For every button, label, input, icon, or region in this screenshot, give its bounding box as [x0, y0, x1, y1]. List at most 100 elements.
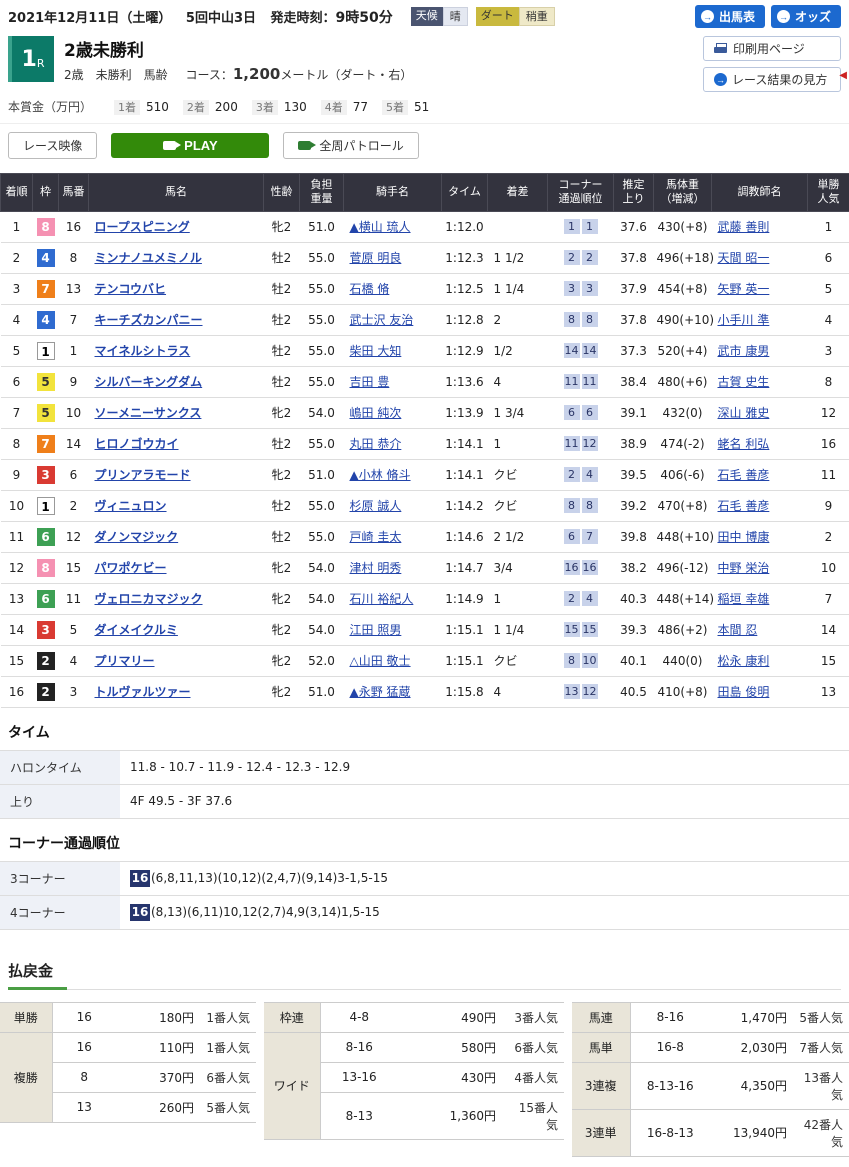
trainer-name-link[interactable]: 武藤 善則 [718, 220, 770, 234]
play-button[interactable]: PLAY [111, 133, 269, 158]
horse-weight: 410(+8) [654, 676, 712, 707]
jockey-name-link[interactable]: 石橋 脩 [350, 282, 390, 296]
finish-position: 8 [1, 428, 33, 459]
trainer-name-link[interactable]: 石毛 善彦 [718, 499, 770, 513]
trainer-name-link[interactable]: 古賀 史生 [718, 375, 770, 389]
horse-name-link[interactable]: トルヴァルツァー [95, 685, 191, 699]
trainer-name-link[interactable]: 本間 忍 [718, 623, 758, 637]
jockey-name-link[interactable]: 菅原 明良 [350, 251, 402, 265]
horse-name-link[interactable]: シルバーキングダム [95, 375, 203, 389]
trainer-name-link[interactable]: 矢野 英一 [718, 282, 770, 296]
trainer-name-link[interactable]: 小手川 準 [718, 313, 770, 327]
horse-number: 10 [59, 397, 89, 428]
carried-weight: 55.0 [300, 273, 344, 304]
payout-combination: 16-8-13 [630, 1109, 710, 1156]
trainer-name-link[interactable]: 稲垣 幸雄 [718, 592, 770, 606]
jockey-name-link[interactable]: △山田 敬士 [350, 654, 411, 668]
horse-name-link[interactable]: プリマリー [95, 654, 155, 668]
payout-combination: 8-13-16 [630, 1062, 710, 1109]
trainer-name-link[interactable]: 深山 雅史 [718, 406, 770, 420]
patrol-video-button[interactable]: 全周パトロール [283, 132, 418, 159]
jockey-name-link[interactable]: ▲永野 猛蔵 [350, 685, 411, 699]
horse-name-link[interactable]: ヒロノゴウカイ [95, 437, 179, 451]
arrow-circle-icon [714, 73, 727, 86]
trainer-name-link[interactable]: 天間 昭一 [718, 251, 770, 265]
print-page-button[interactable]: 印刷用ページ [703, 36, 841, 61]
horse-name-link[interactable]: キーチズカンパニー [95, 313, 203, 327]
last-furlongs-label: 上り [0, 784, 120, 818]
trainer-name-link[interactable]: 松永 康利 [718, 654, 770, 668]
horse-name-link[interactable]: プリンアラモード [95, 468, 191, 482]
payout-popularity: 5番人気 [200, 1092, 256, 1122]
payout-amount: 13,940円 [710, 1109, 793, 1156]
jockey-name-link[interactable]: ▲小林 脩斗 [350, 468, 411, 482]
jockey-name-link[interactable]: 丸田 恭介 [350, 437, 402, 451]
jockey-name-link[interactable]: 武士沢 友治 [350, 313, 414, 327]
trainer-name-link[interactable]: 武市 康男 [718, 344, 770, 358]
jockey-name-link[interactable]: ▲横山 琉人 [350, 220, 411, 234]
jockey-name-link[interactable]: 杉原 誠人 [350, 499, 402, 513]
race-video-button[interactable]: レース映像 [8, 132, 97, 159]
jockey-name-link[interactable]: 柴田 大知 [350, 344, 402, 358]
trainer-name-link[interactable]: 石毛 善彦 [718, 468, 770, 482]
horse-name-link[interactable]: ダイメイクルミ [95, 623, 178, 637]
win-favorite-rank: 7 [808, 583, 849, 614]
margin: 2 1/2 [488, 521, 548, 552]
jockey-name-link[interactable]: 石川 裕紀人 [350, 592, 414, 606]
horse-name-link[interactable]: パワポケビー [95, 561, 167, 575]
payout-amount: 2,030円 [710, 1032, 793, 1062]
trainer-name-link[interactable]: 中野 栄治 [718, 561, 770, 575]
horse-name-link[interactable]: テンコウバヒ [95, 282, 167, 296]
horse-name-link[interactable]: ミンナノユメミノル [95, 251, 202, 265]
margin: 4 [488, 366, 548, 397]
carried-weight: 51.0 [300, 211, 344, 242]
trainer-name-link[interactable]: 田中 博康 [718, 530, 770, 544]
jockey-name-link[interactable]: 戸崎 圭太 [350, 530, 402, 544]
column-header: 性齢 [264, 174, 300, 212]
corner4-row: 4コーナー 16(8,13)(6,11)10,12(2,7)4,9(3,14)1… [0, 895, 849, 929]
frame-number-badge: 3 [37, 621, 55, 639]
jockey-name-link[interactable]: 吉田 豊 [350, 375, 390, 389]
frame-number-badge: 6 [37, 590, 55, 608]
trainer-name-link[interactable]: 蛯名 利弘 [718, 437, 770, 451]
finish-position: 9 [1, 459, 33, 490]
horse-name-link[interactable]: マイネルシトラス [95, 344, 191, 358]
result-guide-button[interactable]: レース結果の見方 [703, 67, 841, 92]
trainer-name-link[interactable]: 田島 俊明 [718, 685, 770, 699]
condition-badges: 天候晴 ダート稍重 [411, 7, 555, 26]
horse-name-link[interactable]: ヴィニュロン [95, 499, 167, 513]
jockey-name-link[interactable]: 嶋田 純次 [350, 406, 402, 420]
payout-area: 単勝16180円1番人気複勝16110円1番人気8370円6番人気13260円5… [0, 990, 849, 1167]
finish-position: 14 [1, 614, 33, 645]
payout-combination: 13 [52, 1092, 116, 1122]
horse-weight: 470(+8) [654, 490, 712, 521]
corner-positions: 88 [548, 490, 614, 521]
jockey-name-link[interactable]: 津村 明秀 [350, 561, 402, 575]
horse-name-link[interactable]: ソーメニーサンクス [95, 406, 202, 420]
horse-number: 1 [59, 335, 89, 366]
carried-weight: 55.0 [300, 490, 344, 521]
finish-position: 7 [1, 397, 33, 428]
corner-position-badge: 4 [582, 591, 598, 606]
horse-weight: 406(-6) [654, 459, 712, 490]
finish-position: 12 [1, 552, 33, 583]
last-3f-time: 38.4 [614, 366, 654, 397]
horse-name-link[interactable]: ダノンマジック [95, 530, 179, 544]
finish-position: 1 [1, 211, 33, 242]
print-button-label: 印刷用ページ [733, 40, 805, 57]
payout-combination: 16-8 [630, 1032, 710, 1062]
horse-name-link[interactable]: ロープスピニング [95, 220, 190, 234]
collapse-arrow-icon[interactable]: ◀ [839, 70, 847, 81]
finish-time: 1:12.5 [442, 273, 488, 304]
jockey-name-link[interactable]: 江田 照男 [350, 623, 402, 637]
corner-position-badge: 11 [564, 436, 580, 451]
start-time-value: 9時50分 [336, 10, 393, 26]
margin: 1 1/4 [488, 614, 548, 645]
horse-name-link[interactable]: ヴェロニカマジック [95, 592, 203, 606]
corner-position-badge: 15 [564, 622, 580, 637]
odds-button[interactable]: オッズ [771, 5, 841, 28]
payout-amount: 260円 [116, 1092, 200, 1122]
last-3f-time: 37.6 [614, 211, 654, 242]
corner-position-badge: 7 [582, 529, 598, 544]
entries-button[interactable]: 出馬表 [695, 5, 765, 28]
